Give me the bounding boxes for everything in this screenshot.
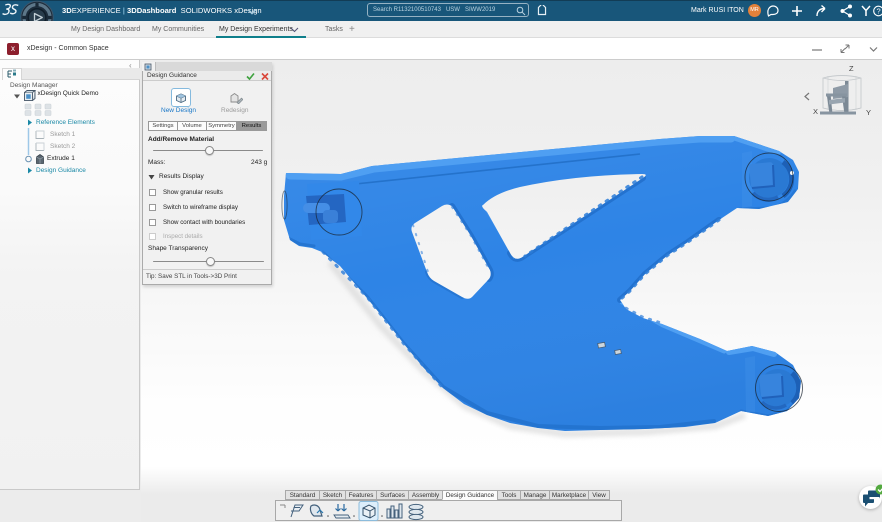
svg-text:X: X (813, 107, 818, 116)
svg-text:?: ? (877, 7, 881, 16)
svg-text:Y: Y (866, 108, 871, 117)
svg-text:Z: Z (849, 64, 854, 73)
